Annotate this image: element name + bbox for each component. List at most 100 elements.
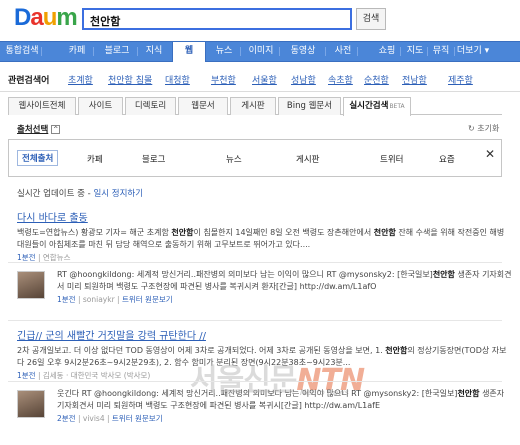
nav-item[interactable]: 카페 <box>62 42 92 61</box>
related-item[interactable]: 제주함 <box>448 73 473 86</box>
filter-item[interactable]: 카페 <box>87 153 103 165</box>
result-source[interactable]: 연합뉴스 <box>43 253 71 262</box>
subtab-label: Bing 웹문서 <box>286 101 333 111</box>
related-item[interactable]: 초계함 <box>68 73 93 86</box>
search-input[interactable]: 천안함 <box>82 8 352 30</box>
subtab[interactable]: 웹사이트전체 <box>8 97 76 115</box>
subtab-label: 웹문서 <box>191 101 215 111</box>
related-item[interactable]: 부천함 <box>211 73 236 86</box>
related-label: 관련검색어 <box>8 76 50 86</box>
avatar[interactable] <box>17 390 45 418</box>
highlight-keyword: 천안함 <box>457 389 480 398</box>
top-bar: Daum 천안함 검색 <box>0 0 520 40</box>
source-select[interactable]: 출처선택 ^ <box>17 123 61 135</box>
live-status: 실시간 업데이트 중 - 일시 정지하기 <box>17 187 143 199</box>
nav-separator <box>279 47 280 56</box>
nav-separator <box>325 47 326 56</box>
search-button[interactable]: 검색 <box>356 8 386 30</box>
tweet-time: 2분전 <box>57 414 76 423</box>
filter-item[interactable]: 요즘 <box>439 153 455 165</box>
tweet-meta: 1분전 | soniaykr | 트위터 원문보기 <box>57 294 512 306</box>
meta-separator: | <box>35 253 43 262</box>
nav-item[interactable]: 이미지 <box>244 42 278 61</box>
result-divider <box>8 320 502 321</box>
snippet-text: 2차 공개일보고. 더 이상 없다던 TOD 동영상이 어제 3차로 공개되었다… <box>17 346 386 355</box>
pause-link[interactable]: 일시 정지하기 <box>93 189 143 199</box>
nav-item[interactable]: 블로그 <box>98 42 136 61</box>
subtab[interactable]: 실시간검색BETA <box>343 97 411 116</box>
nav-item[interactable]: 지식 <box>141 42 167 61</box>
subtab[interactable]: 게시판 <box>230 97 276 115</box>
filter-item[interactable]: 트위터 <box>380 153 403 165</box>
meta-separator: | <box>35 371 43 380</box>
nav-item[interactable]: 웹 <box>172 41 206 62</box>
tweet-source-link[interactable]: 트위터 원문보기 <box>122 295 173 304</box>
nav-item[interactable]: 지도 <box>404 42 426 61</box>
beta-badge: BETA <box>389 103 405 110</box>
nav-separator <box>357 47 358 56</box>
source-select-label: 출처선택 <box>17 125 49 135</box>
highlight-keyword: 천안함 <box>171 228 194 237</box>
result-title[interactable]: 긴급// 군의 새빨간 거짓말을 강력 규탄한다 // <box>17 327 507 342</box>
result-divider <box>8 262 502 263</box>
related-item[interactable]: 천안함 침몰 <box>108 73 152 86</box>
related-searches: 관련검색어 초계함 천안함 침몰 대청함 부천함 서울함 성남함 속초함 순천함 전남함 제주함 <box>0 66 520 92</box>
tweet-meta: 2분전 | vivis4 | 트위터 원문보기 <box>57 413 512 425</box>
snippet-text: 백령도=연합뉴스) 황광모 기자= 해군 초계함 <box>17 228 172 237</box>
filter-item[interactable]: 블로그 <box>142 153 165 165</box>
snippet-text: 이 침몰한지 14일째인 8일 오전 백령도 장촌해안에서 <box>193 228 374 237</box>
related-item[interactable]: 속초함 <box>328 73 353 86</box>
related-item[interactable]: 성남함 <box>291 73 316 86</box>
nav-item[interactable]: 쇼핑 <box>375 42 399 61</box>
nav-item[interactable]: 통합검색 <box>4 42 40 61</box>
filter-item[interactable]: 전체출처 <box>17 150 59 166</box>
meta-separator: | <box>104 414 112 423</box>
tweet-body: RT @hoongkildong: 세계적 망신거리..패잔병의 의미보다 남는… <box>57 269 512 306</box>
source-filter-box: ✕ 전체출처 카페 블로그 뉴스 게시판 트위터 요즘 <box>8 139 502 177</box>
result-source[interactable]: 김세동 · 대한민국 박사모 (박사모) <box>43 371 150 380</box>
related-item[interactable]: 서울함 <box>252 73 277 86</box>
tweet-source-link[interactable]: 트위터 원문보기 <box>112 414 163 423</box>
tweet-user[interactable]: vivis4 <box>83 414 105 423</box>
subtab[interactable]: 웹문서 <box>178 97 228 115</box>
collapse-toggle-icon[interactable]: ^ <box>51 125 61 134</box>
result-snippet: 백령도=연합뉴스) 황광모 기자= 해군 초계함 천안함이 침몰한지 14일째인… <box>17 227 507 251</box>
watermark-sub: Net to News <box>300 388 349 397</box>
related-item[interactable]: 전남함 <box>402 73 427 86</box>
meta-separator: | <box>75 295 83 304</box>
nav-item[interactable]: 뮤직 <box>429 42 453 61</box>
nav-item[interactable]: 동영상 <box>282 42 324 61</box>
tweet-time: 1분전 <box>57 295 76 304</box>
filter-item[interactable]: 뉴스 <box>226 153 242 165</box>
nav-separator <box>93 47 94 56</box>
tweet-user[interactable]: soniaykr <box>83 295 115 304</box>
nav-item[interactable]: 더보기 ▾ <box>456 42 490 61</box>
result-item: 다시 바다로 출동백령도=연합뉴스) 황광모 기자= 해군 초계함 천안함이 침… <box>17 209 507 263</box>
subtab[interactable]: 사이트 <box>78 97 123 115</box>
result-time: 1분전 <box>17 371 36 380</box>
nav-separator <box>400 47 401 56</box>
daum-logo[interactable]: Daum <box>14 4 78 32</box>
tweet-text: RT @hoongkildong: 세계적 망신거리..패잔병의 의미보다 남는… <box>57 270 433 279</box>
subtab[interactable]: 디렉토리 <box>125 97 176 115</box>
nav-item[interactable]: 뉴스 <box>209 42 239 61</box>
highlight-keyword: 천안함 <box>373 228 396 237</box>
result-divider <box>8 381 502 382</box>
subtab[interactable]: Bing 웹문서 <box>278 97 341 115</box>
nav-separator <box>240 47 241 56</box>
nav-separator <box>454 47 455 56</box>
related-item[interactable]: 순천함 <box>364 73 389 86</box>
subtab-label: 웹사이트전체 <box>18 101 66 111</box>
nav-item[interactable]: 사전 <box>330 42 356 61</box>
live-text: 실시간 업데이트 중 - <box>17 189 91 199</box>
category-nav: 통합검색 카페 블로그 지식 웹 뉴스 이미지 동영상 사전 쇼핑 지도 뮤직 더보기 ▾ <box>0 41 520 62</box>
avatar[interactable] <box>17 271 45 299</box>
filter-item[interactable]: 게시판 <box>296 153 319 165</box>
related-item[interactable]: 대청함 <box>165 73 190 86</box>
nav-separator <box>137 47 138 56</box>
reset-link[interactable]: ↻ 초기화 <box>468 123 499 134</box>
nav-separator <box>427 47 428 56</box>
highlight-keyword: 천안함 <box>385 346 408 355</box>
close-icon[interactable]: ✕ <box>485 147 495 161</box>
result-title[interactable]: 다시 바다로 출동 <box>17 209 507 224</box>
